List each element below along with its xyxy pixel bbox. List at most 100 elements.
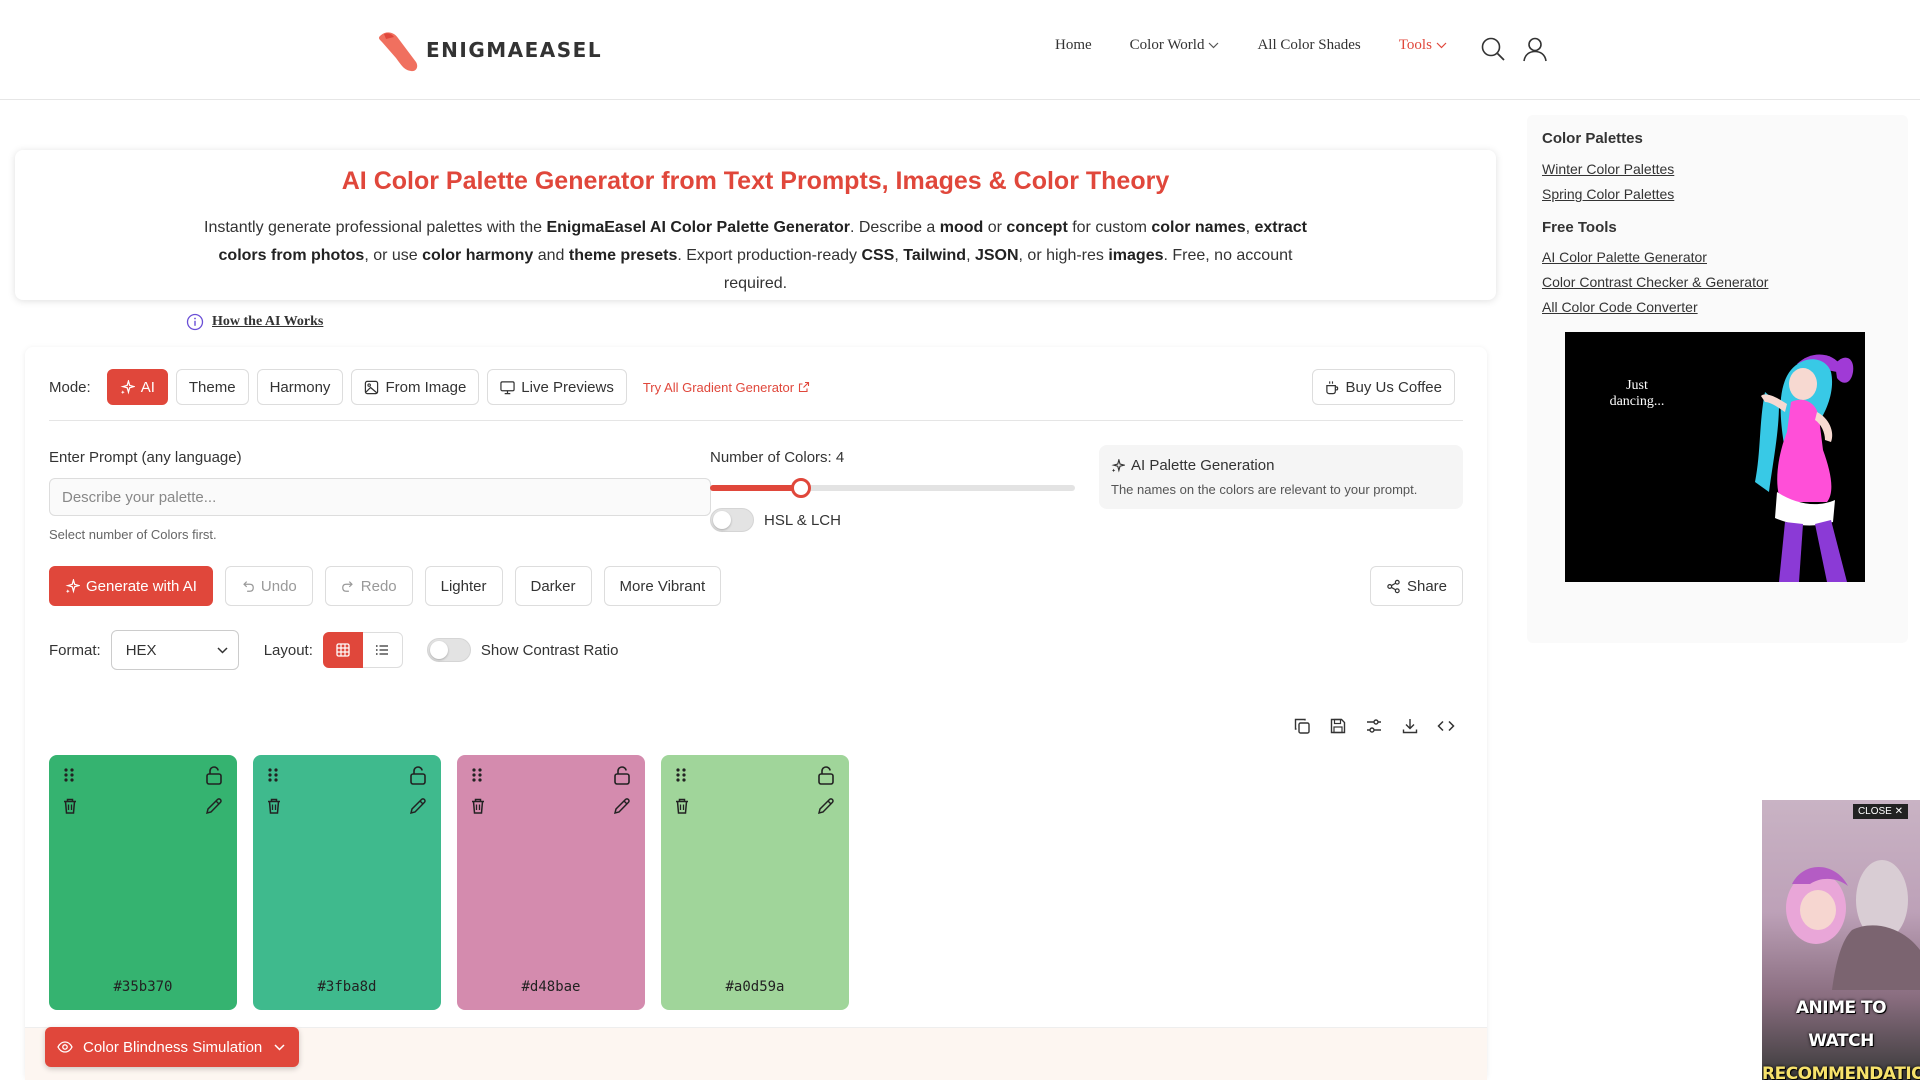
drag-handle-icon[interactable] — [63, 767, 75, 783]
color-swatch[interactable]: #a0d59a — [661, 755, 849, 1010]
undo-label: Undo — [260, 577, 297, 595]
swatch-hex-value[interactable]: #35b370 — [49, 979, 237, 995]
contrast-ratio-toggle[interactable] — [426, 638, 471, 662]
color-swatch[interactable]: #d48bae — [457, 755, 645, 1010]
image-icon — [365, 380, 379, 394]
number-of-colors-label: Number of Colors: 4 — [710, 449, 845, 466]
pencil-icon[interactable] — [409, 797, 427, 815]
chevron-down-icon — [274, 1043, 285, 1051]
hero-text: , — [966, 247, 975, 264]
hero-text: , — [894, 247, 904, 264]
hero-highlight: images — [1108, 247, 1164, 264]
drag-handle-icon[interactable] — [675, 767, 687, 783]
save-icon[interactable] — [1329, 717, 1347, 735]
unlock-icon[interactable] — [205, 765, 223, 785]
gradient-generator-link[interactable]: Try All Gradient Generator — [643, 380, 810, 395]
how-ai-works-link[interactable]: How the AI Works — [186, 313, 323, 331]
logo-text: ENIGMAEASEL — [426, 38, 603, 62]
video-advertisement[interactable]: CLOSE ✕ ANIME TO WATCH RECOMMENDATIONS — [1762, 800, 1920, 1080]
ad-title-line1: ANIME TO WATCH — [1795, 998, 1887, 1051]
color-swatch[interactable]: #3fba8d — [253, 755, 441, 1010]
sidebar-link-ai-palette[interactable]: AI Color Palette Generator — [1542, 249, 1707, 265]
sidebar-heading-free-tools: Free Tools — [1542, 219, 1617, 236]
chevron-down-icon — [1209, 42, 1219, 49]
generate-ai-button[interactable]: Generate with AI — [49, 566, 213, 606]
format-select[interactable]: HEX — [110, 630, 239, 670]
nav-all-color-shades[interactable]: All Color Shades — [1257, 37, 1360, 54]
hero-text: , or high-res — [1018, 247, 1109, 264]
nav-tools[interactable]: Tools — [1399, 37, 1447, 54]
layout-list-button[interactable] — [362, 632, 403, 668]
number-of-colors-slider[interactable] — [710, 478, 1075, 498]
sparkles-icon — [1111, 458, 1125, 473]
prompt-input[interactable] — [49, 478, 711, 516]
how-ai-works-label: How the AI Works — [212, 314, 324, 329]
hsl-lch-toggle-row: HSL & LCH — [710, 508, 841, 532]
search-icon[interactable] — [1480, 36, 1506, 62]
trash-icon[interactable] — [471, 798, 485, 814]
slider-thumb[interactable] — [791, 478, 811, 498]
unlock-icon[interactable] — [409, 765, 427, 785]
download-icon[interactable] — [1401, 717, 1419, 735]
ad-close-button[interactable]: CLOSE ✕ — [1852, 804, 1908, 819]
hero-text: or — [983, 219, 1007, 236]
hero-text: , or use — [364, 247, 423, 264]
hero-highlight: EnigmaEasel AI Color Palette Generator — [546, 219, 850, 236]
sliders-icon[interactable] — [1365, 717, 1383, 735]
trash-icon[interactable] — [675, 798, 689, 814]
swatch-hex-value[interactable]: #a0d59a — [661, 979, 849, 995]
sidebar-link-spring[interactable]: Spring Color Palettes — [1542, 186, 1674, 202]
drag-handle-icon[interactable] — [471, 767, 483, 783]
more-vibrant-label: More Vibrant — [619, 577, 706, 595]
share-button[interactable]: Share — [1369, 566, 1463, 606]
nav-home[interactable]: Home — [1055, 37, 1092, 54]
unlock-icon[interactable] — [817, 765, 835, 785]
color-swatch[interactable]: #35b370 — [49, 755, 237, 1010]
sidebar-link-color-converter[interactable]: All Color Code Converter — [1542, 299, 1698, 315]
redo-button[interactable]: Redo — [324, 566, 413, 606]
lighter-button[interactable]: Lighter — [424, 566, 503, 606]
trash-icon[interactable] — [267, 798, 281, 814]
sparkles-icon — [65, 578, 80, 593]
site-header: ENIGMAEASEL Home Color World All Color S… — [0, 0, 1920, 100]
sidebar-link-winter[interactable]: Winter Color Palettes — [1542, 161, 1674, 177]
code-icon[interactable] — [1437, 717, 1455, 735]
nav-color-world[interactable]: Color World — [1130, 37, 1220, 54]
hero-highlight: color names — [1151, 219, 1246, 236]
layout-grid-button[interactable] — [322, 632, 363, 668]
pencil-icon[interactable] — [205, 797, 223, 815]
color-blindness-label: Color Blindness Simulation — [83, 1038, 263, 1056]
chevron-down-icon — [1436, 42, 1447, 49]
mode-ai-button[interactable]: AI — [106, 369, 168, 405]
hsl-lch-toggle[interactable] — [710, 508, 754, 532]
user-icon[interactable] — [1522, 36, 1548, 62]
unlock-icon[interactable] — [613, 765, 631, 785]
hero-text: . Export production-ready — [677, 247, 862, 264]
copy-icon[interactable] — [1293, 717, 1311, 735]
mode-harmony-button[interactable]: Harmony — [256, 369, 344, 405]
darker-button[interactable]: Darker — [514, 566, 592, 606]
mode-from-image-label: From Image — [385, 378, 467, 396]
drag-handle-icon[interactable] — [267, 767, 279, 783]
hero-text: . Describe a — [849, 219, 940, 236]
mode-from-image-button[interactable]: From Image — [351, 369, 480, 405]
hero-description: Instantly generate professional palettes… — [186, 214, 1326, 298]
swatch-hex-value[interactable]: #d48bae — [457, 979, 645, 995]
site-logo[interactable]: ENIGMAEASEL — [376, 26, 602, 74]
hero-text: , — [1245, 219, 1255, 236]
generate-ai-label: Generate with AI — [86, 577, 197, 595]
pencil-icon[interactable] — [817, 797, 835, 815]
color-blindness-button[interactable]: Color Blindness Simulation — [45, 1027, 300, 1067]
pencil-icon[interactable] — [613, 797, 631, 815]
sidebar-link-contrast-checker[interactable]: Color Contrast Checker & Generator — [1542, 274, 1768, 290]
undo-button[interactable]: Undo — [224, 566, 313, 606]
sparkles-icon — [120, 379, 135, 394]
swatch-hex-value[interactable]: #3fba8d — [253, 979, 441, 995]
more-vibrant-button[interactable]: More Vibrant — [603, 566, 722, 606]
mode-live-previews-button[interactable]: Live Previews — [487, 369, 627, 405]
trash-icon[interactable] — [63, 798, 77, 814]
advertisement-banner[interactable]: Just dancing... — [1565, 332, 1865, 582]
buy-coffee-button[interactable]: Buy Us Coffee — [1311, 369, 1455, 405]
mode-theme-button[interactable]: Theme — [175, 369, 249, 405]
monitor-icon — [500, 380, 515, 394]
